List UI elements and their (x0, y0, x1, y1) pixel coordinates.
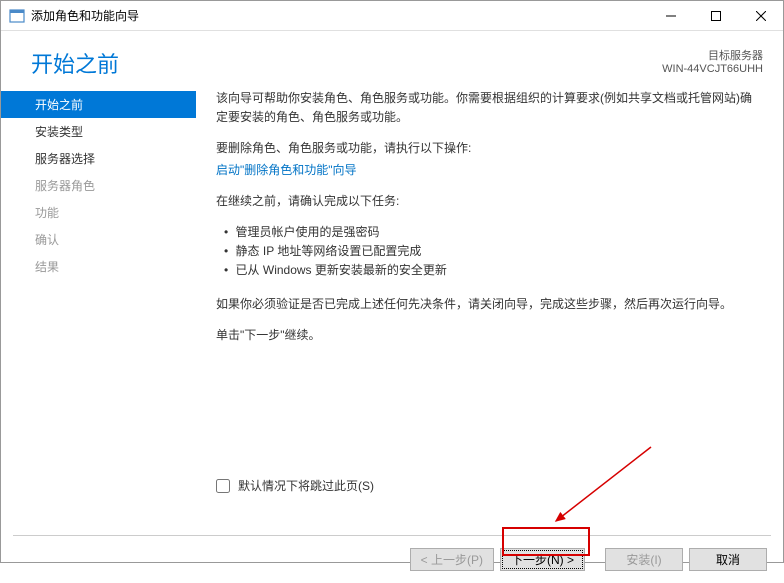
before-continue-text: 在继续之前，请确认完成以下任务: (216, 192, 763, 211)
target-server-name: WIN-44VCJT66UHH (662, 63, 763, 75)
sidebar-item-results: 结果 (1, 253, 196, 280)
list-item: 管理员帐户使用的是强密码 (224, 223, 763, 242)
previous-button: < 上一步(P) (410, 548, 494, 571)
prerequisite-list: 管理员帐户使用的是强密码 静态 IP 地址等网络设置已配置完成 已从 Windo… (224, 223, 763, 281)
titlebar: 添加角色和功能向导 (1, 1, 783, 31)
sidebar-item-installation-type[interactable]: 安装类型 (1, 118, 196, 145)
list-item: 静态 IP 地址等网络设置已配置完成 (224, 242, 763, 261)
wizard-footer: < 上一步(P) 下一步(N) > 安装(I) 取消 (1, 536, 783, 583)
sidebar-item-features: 功能 (1, 199, 196, 226)
target-server-label: 目标服务器 (662, 47, 763, 63)
sidebar-item-confirmation: 确认 (1, 226, 196, 253)
intro-text: 该向导可帮助你安装角色、角色服务或功能。你需要根据组织的计算要求(例如共享文档或… (216, 89, 763, 127)
list-item: 已从 Windows 更新安装最新的安全更新 (224, 261, 763, 280)
wizard-header: 开始之前 目标服务器 WIN-44VCJT66UHH (1, 31, 783, 89)
maximize-button[interactable] (693, 1, 738, 31)
main-panel: 该向导可帮助你安装角色、角色服务或功能。你需要根据组织的计算要求(例如共享文档或… (196, 89, 783, 527)
sidebar-item-server-selection[interactable]: 服务器选择 (1, 145, 196, 172)
sidebar-item-server-roles: 服务器角色 (1, 172, 196, 199)
cancel-button[interactable]: 取消 (689, 548, 767, 571)
wizard-steps-sidebar: 开始之前 安装类型 服务器选择 服务器角色 功能 确认 结果 (1, 89, 196, 527)
verify-text: 如果你必须验证是否已完成上述任何先决条件，请关闭向导，完成这些步骤，然后再次运行… (216, 295, 763, 314)
install-button: 安装(I) (605, 548, 683, 571)
remove-instruction: 要删除角色、角色服务或功能，请执行以下操作: (216, 139, 763, 158)
skip-page-checkbox-label[interactable]: 默认情况下将跳过此页(S) (216, 477, 763, 496)
target-server-info: 目标服务器 WIN-44VCJT66UHH (662, 47, 763, 79)
window-title: 添加角色和功能向导 (31, 7, 139, 24)
next-button[interactable]: 下一步(N) > (500, 548, 585, 571)
skip-page-checkbox[interactable] (216, 479, 230, 493)
app-icon (9, 8, 25, 24)
minimize-button[interactable] (648, 1, 693, 31)
close-button[interactable] (738, 1, 783, 31)
wizard-content: 开始之前 安装类型 服务器选择 服务器角色 功能 确认 结果 该向导可帮助你安装… (1, 89, 783, 527)
skip-page-label-text: 默认情况下将跳过此页(S) (238, 477, 374, 496)
page-title: 开始之前 (31, 47, 119, 79)
remove-roles-link[interactable]: 启动"删除角色和功能"向导 (216, 161, 763, 180)
window-controls (648, 1, 783, 31)
click-next-text: 单击"下一步"继续。 (216, 326, 763, 345)
sidebar-item-before-you-begin[interactable]: 开始之前 (1, 91, 196, 118)
